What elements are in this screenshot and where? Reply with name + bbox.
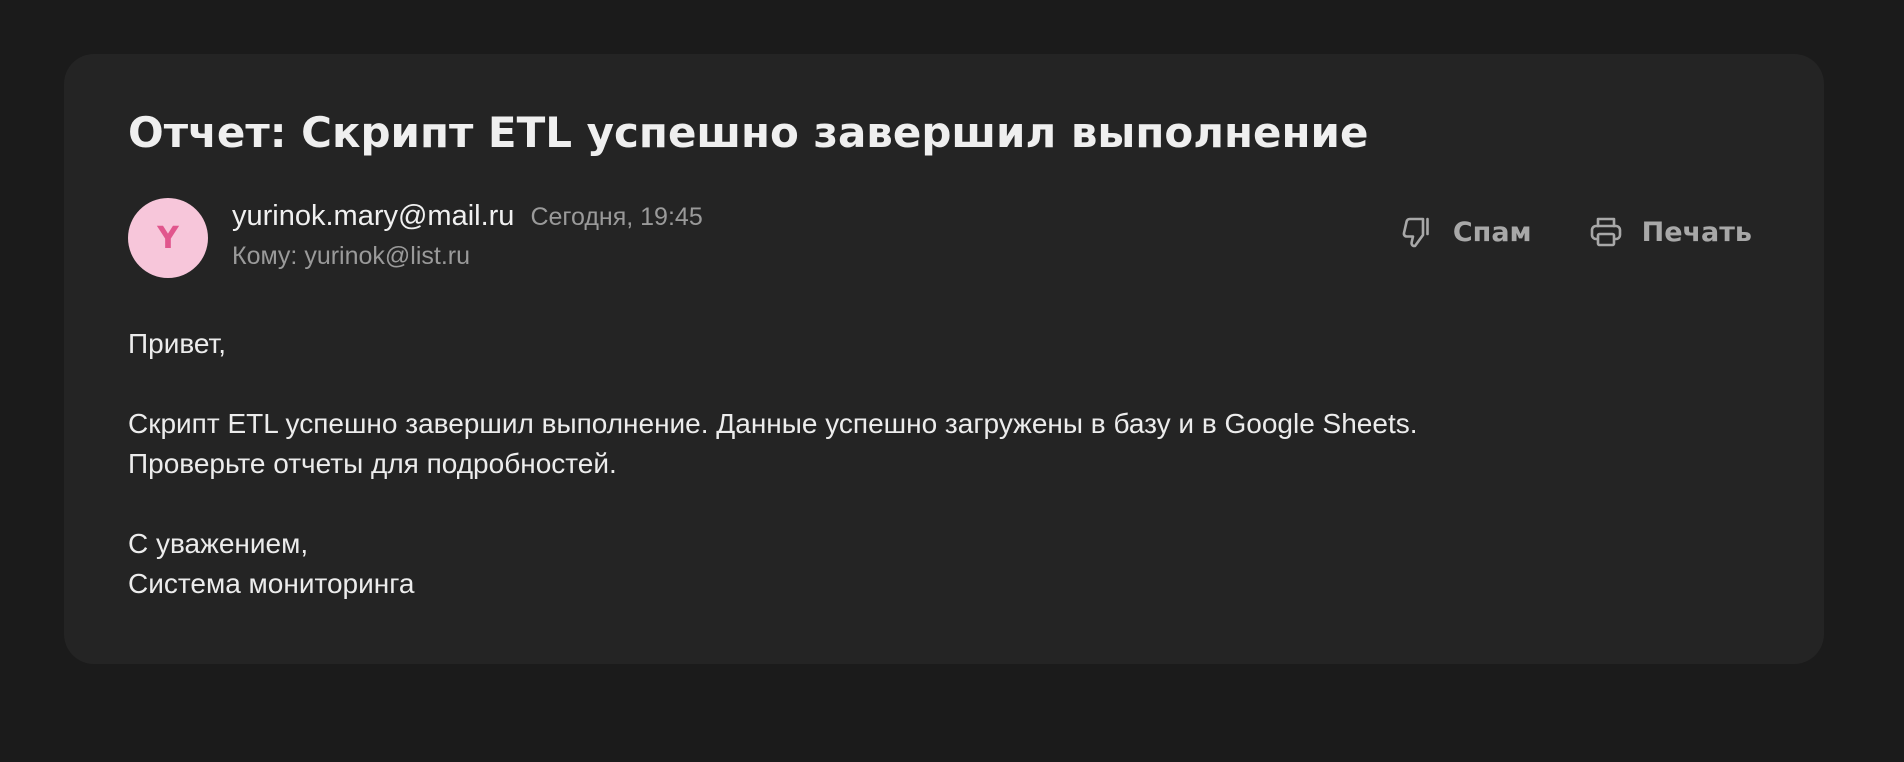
thumbs-down-icon: [1399, 214, 1435, 250]
recipient-line: Кому: yurinok@list.ru: [232, 242, 471, 270]
spam-label: Спам: [1452, 216, 1532, 248]
avatar-initial: Y: [157, 220, 179, 256]
sent-date: Сегодня, 19:45: [530, 203, 703, 231]
spam-button[interactable]: Спам: [1399, 214, 1532, 250]
body-greeting: Привет,: [128, 328, 227, 359]
body-signature: Система мониторинга: [128, 568, 415, 599]
email-card: Отчет: Скрипт ETL успешно завершил выпол…: [64, 54, 1824, 664]
body-closing: С уважением,: [128, 528, 309, 559]
printer-icon: [1588, 214, 1624, 250]
email-subject: Отчет: Скрипт ETL успешно завершил выпол…: [128, 108, 1369, 157]
print-button[interactable]: Печать: [1588, 214, 1752, 250]
sender-avatar[interactable]: Y: [128, 198, 208, 278]
body-line: Скрипт ETL успешно завершил выполнение. …: [128, 408, 1418, 439]
sender-info: yurinok.mary@mail.ru Сегодня, 19:45: [232, 200, 703, 233]
email-body: Привет, Скрипт ETL успешно завершил выпо…: [128, 324, 1418, 604]
sender-email[interactable]: yurinok.mary@mail.ru: [232, 200, 514, 233]
email-actions: Спам Печать: [1399, 214, 1752, 250]
print-label: Печать: [1641, 216, 1752, 248]
body-line: Проверьте отчеты для подробностей.: [128, 448, 617, 479]
